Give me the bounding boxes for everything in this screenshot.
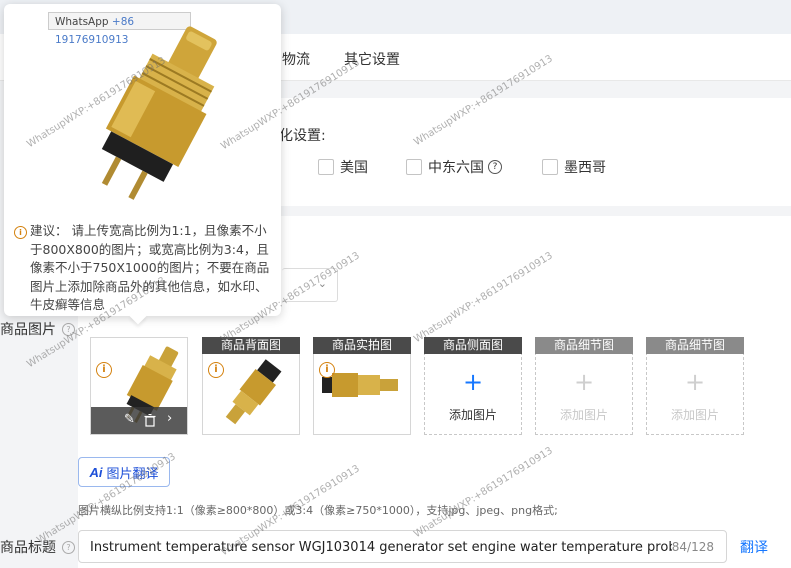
checkbox-label: 墨西哥: [564, 160, 606, 176]
add-icon[interactable]: +: [536, 368, 632, 396]
add-image-label: 添加图片: [670, 408, 719, 422]
image-upload-tip: 建议： 请上传宽高比例为1:1，且像素不小于800X800的图片；或宽高比例为3…: [30, 223, 270, 312]
slot-header: 商品实拍图: [313, 337, 411, 354]
checkbox-usa[interactable]: 美国: [318, 157, 368, 177]
image-format-hint: 图片横纵比例支持1:1（像素≥800*800）或3:4（像素≥750*1000）…: [78, 504, 558, 517]
checkbox-mexico[interactable]: 墨西哥: [542, 157, 606, 177]
checkbox-label: 美国: [340, 160, 368, 176]
checkbox-label: 中东六国: [428, 160, 484, 176]
sensor-preview-image: [101, 26, 217, 200]
image-action-bar: ✎ ›: [91, 407, 187, 434]
delete-icon[interactable]: [144, 414, 156, 427]
info-icon[interactable]: i: [96, 362, 112, 378]
product-title-input[interactable]: Instrument temperature sensor WGJ103014 …: [78, 530, 727, 563]
checkbox-box[interactable]: [318, 159, 334, 175]
add-image-label: 添加图片: [559, 408, 608, 422]
image-preview-popup: WhatsApp +86 19176910913 i 建议： 请上传宽高比例为1…: [4, 4, 281, 325]
add-icon[interactable]: +: [425, 368, 521, 396]
title-char-count: 84/128: [671, 540, 714, 554]
image-slot-main[interactable]: i ✎ ›: [90, 337, 188, 435]
image-slot-detail-2[interactable]: 商品细节图 + 添加图片: [646, 337, 744, 435]
tab-other-settings[interactable]: 其它设置: [344, 49, 400, 69]
ai-icon: Ai: [89, 464, 103, 480]
help-icon[interactable]: ?: [62, 322, 75, 336]
image-translate-label: 图片翻译: [106, 465, 159, 481]
checkbox-box[interactable]: [406, 159, 422, 175]
translate-link[interactable]: 翻译: [740, 537, 768, 557]
product-title-label-text: 商品标题: [0, 540, 56, 556]
image-slot-back[interactable]: 商品背面图 i: [202, 337, 300, 435]
chevron-down-icon: ⌄: [317, 277, 327, 290]
select-dropdown[interactable]: ⌄: [282, 268, 338, 302]
add-icon[interactable]: +: [647, 368, 743, 396]
market-settings-label: 化设置:: [279, 128, 326, 144]
product-images-label-text: 商品图片: [0, 322, 56, 338]
add-image-label: 添加图片: [448, 408, 497, 422]
chevron-right-icon[interactable]: ›: [167, 411, 172, 426]
image-slot-real[interactable]: 商品实拍图 i: [313, 337, 411, 435]
edit-icon[interactable]: ✎: [124, 412, 135, 427]
info-icon[interactable]: i: [319, 362, 335, 378]
image-slot-side[interactable]: 商品侧面图 + 添加图片: [424, 337, 522, 435]
product-images-label: 商品图片 ?: [0, 319, 75, 339]
help-icon[interactable]: ?: [62, 540, 75, 554]
slot-header: 商品背面图: [202, 337, 300, 354]
checkbox-middle-east[interactable]: 中东六国 ?: [406, 157, 502, 177]
slot-header: 商品细节图: [535, 337, 633, 354]
tab-logistics[interactable]: 物流: [282, 49, 310, 69]
info-icon[interactable]: i: [208, 362, 224, 378]
image-slot-detail-1[interactable]: 商品细节图 + 添加图片: [535, 337, 633, 435]
help-icon[interactable]: ?: [488, 160, 502, 174]
product-title-label: 商品标题 ?: [0, 537, 75, 557]
image-translate-button[interactable]: Ai 图片翻译: [78, 457, 170, 487]
checkbox-box[interactable]: [542, 159, 558, 175]
slot-header: 商品细节图: [646, 337, 744, 354]
slot-header: 商品侧面图: [424, 337, 522, 354]
info-icon: i: [14, 226, 27, 239]
product-title-value: Instrument temperature sensor WGJ103014 …: [90, 540, 685, 555]
